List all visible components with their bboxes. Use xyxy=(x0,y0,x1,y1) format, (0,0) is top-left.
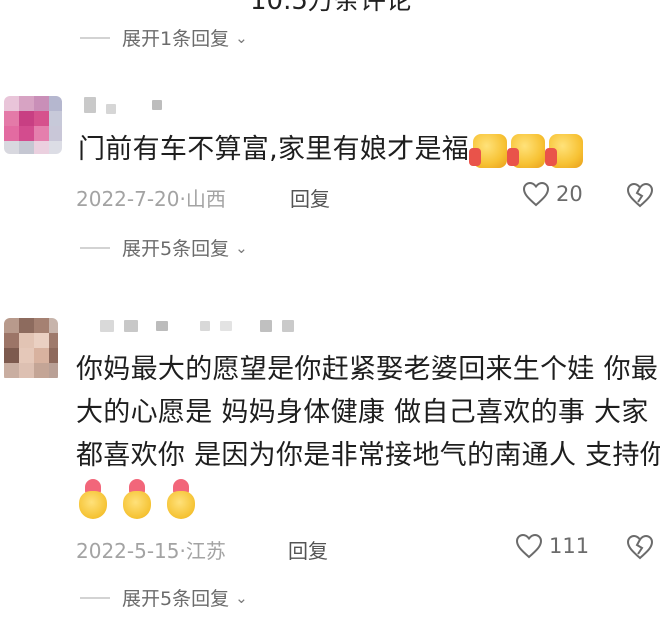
cut-off-text: 10.5万条评论 xyxy=(250,0,412,16)
comment-line: 都喜欢你 是因为你是非常接地气的南通人 支持你 xyxy=(76,440,660,471)
like-button[interactable]: 20 xyxy=(522,181,583,207)
divider-dash xyxy=(80,36,110,39)
divider-dash xyxy=(80,596,110,599)
comment-text: 门前有车不算富,家里有娘才是福 xyxy=(78,128,584,171)
reply-button[interactable]: 回复 xyxy=(288,535,328,564)
like-count: 20 xyxy=(556,182,583,206)
heart-outline-icon xyxy=(522,181,550,207)
chevron-down-icon: ⌄ xyxy=(235,588,248,607)
thumbs-up-emoji-group xyxy=(469,133,584,168)
heart-outline-icon xyxy=(515,533,543,559)
comment-date: 2022-5-15 xyxy=(76,539,180,563)
chevron-down-icon: ⌄ xyxy=(235,28,248,47)
comment-location: 山西 xyxy=(185,187,226,211)
like-count: 111 xyxy=(549,534,590,558)
heart-hands-emoji-group xyxy=(76,479,656,519)
like-button[interactable]: 111 xyxy=(515,533,589,559)
thumbs-up-icon xyxy=(545,133,584,168)
divider-dash xyxy=(80,246,110,249)
comment-text: 你妈最大的愿望是你赶紧娶老婆回来生个娃 你最 大的心愿是 妈妈身体健康 做自己喜… xyxy=(76,348,660,519)
dislike-button[interactable] xyxy=(626,534,654,564)
username-blurred[interactable] xyxy=(84,96,162,114)
expand-replies-label: 展开5条回复 xyxy=(122,238,230,260)
expand-replies-button-top[interactable]: 展开1条回复 ⌄ xyxy=(80,24,248,48)
heart-hands-icon xyxy=(76,479,110,519)
broken-heart-icon xyxy=(626,182,654,208)
expand-replies-label: 展开1条回复 xyxy=(122,28,230,48)
dislike-button[interactable] xyxy=(626,182,654,212)
avatar[interactable] xyxy=(4,96,62,154)
comment-meta: 2022-7-20·山西 xyxy=(76,187,226,211)
comment-location: 江苏 xyxy=(185,539,226,563)
thumbs-up-icon xyxy=(469,133,508,168)
comment-body: 门前有车不算富,家里有娘才是福 xyxy=(78,134,470,165)
previous-comment-fragment: 10.5万条评论 展开1条回复 ⌄ xyxy=(0,0,660,48)
chevron-down-icon: ⌄ xyxy=(235,238,248,257)
reply-button[interactable]: 回复 xyxy=(290,183,330,212)
username-blurred[interactable] xyxy=(100,320,294,332)
expand-replies-button[interactable]: 展开5条回复 ⌄ xyxy=(80,584,248,611)
comment-line: 你妈最大的愿望是你赶紧娶老婆回来生个娃 你最 xyxy=(76,354,659,385)
avatar[interactable] xyxy=(4,318,58,382)
broken-heart-icon xyxy=(626,534,654,560)
comment-date: 2022-7-20 xyxy=(76,187,180,211)
comment-line: 大的心愿是 妈妈身体健康 做自己喜欢的事 大家 xyxy=(76,397,649,428)
thumbs-up-icon xyxy=(507,133,546,168)
expand-replies-button[interactable]: 展开5条回复 ⌄ xyxy=(80,234,248,261)
heart-hands-icon xyxy=(164,479,198,519)
comment-meta: 2022-5-15·江苏 xyxy=(76,539,226,563)
heart-hands-icon xyxy=(120,479,154,519)
expand-replies-label: 展开5条回复 xyxy=(122,588,230,610)
